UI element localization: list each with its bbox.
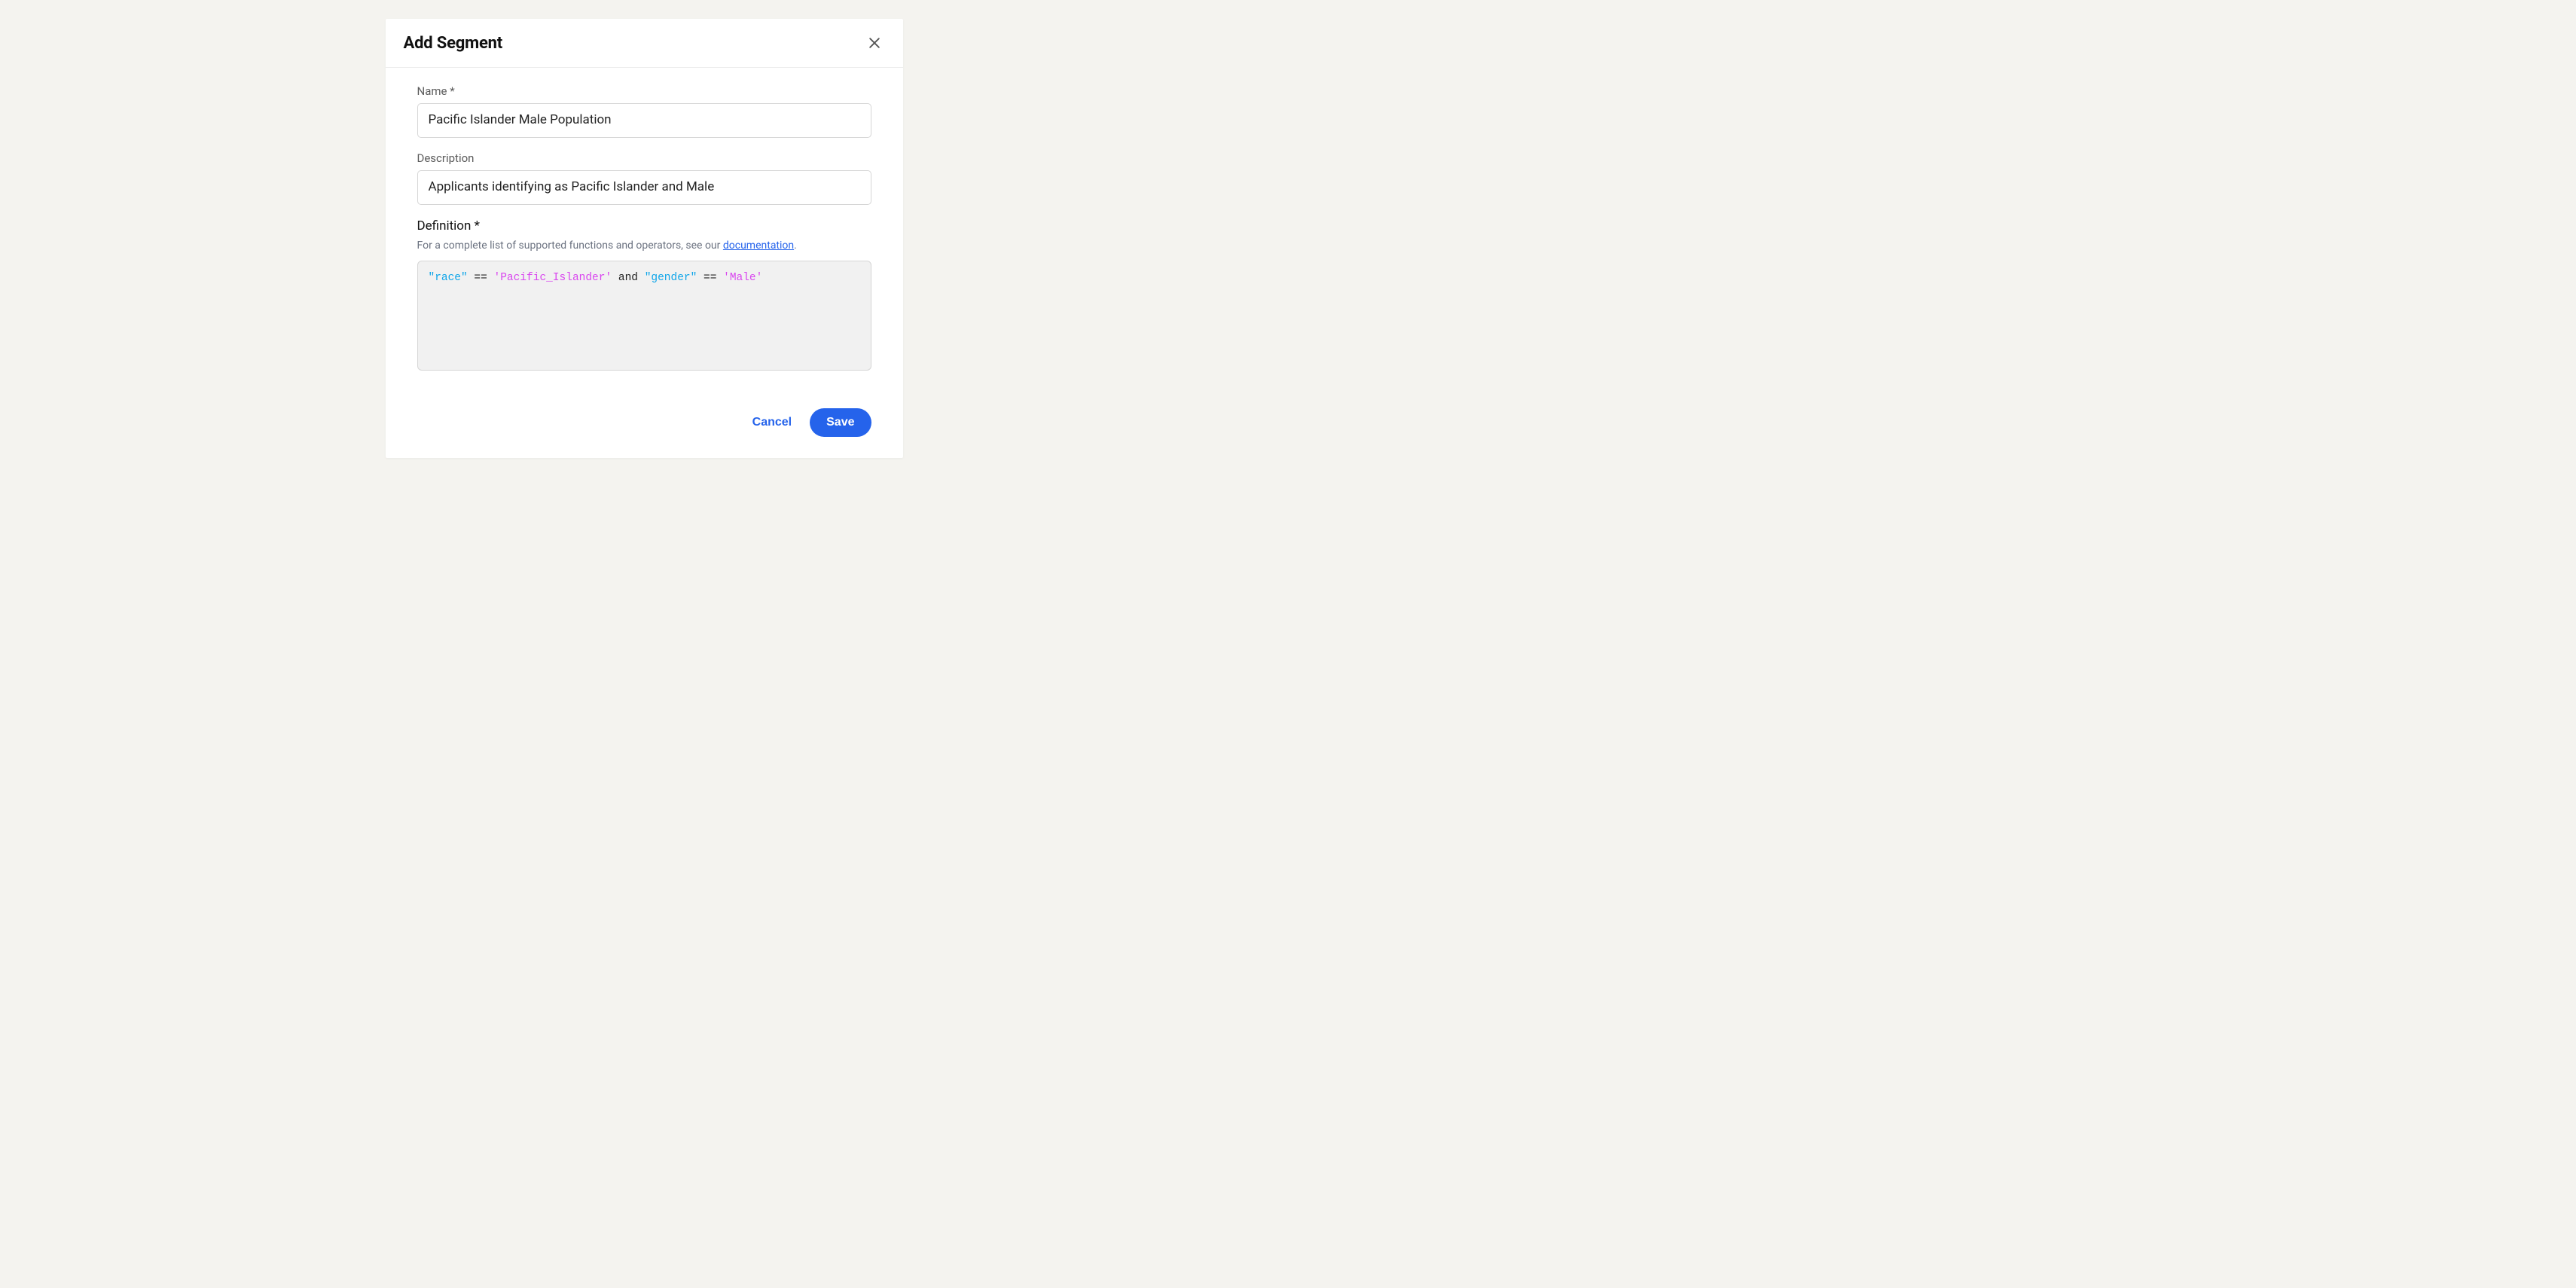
close-button[interactable]: [864, 32, 885, 53]
modal-footer: Cancel Save: [386, 392, 903, 458]
definition-label: Definition *: [417, 218, 871, 233]
code-token-field: "race": [429, 272, 468, 284]
code-token-op: ==: [468, 272, 494, 284]
modal-header: Add Segment: [386, 19, 903, 68]
documentation-link[interactable]: documentation: [723, 240, 794, 252]
code-token-keyword: and: [612, 272, 645, 284]
code-token-field: "gender": [645, 272, 697, 284]
modal-title: Add Segment: [404, 34, 503, 53]
modal-body: Name * Description Definition * For a co…: [386, 68, 903, 392]
field-definition: Definition * For a complete list of supp…: [417, 218, 871, 371]
close-icon: [867, 35, 882, 50]
save-button[interactable]: Save: [810, 408, 871, 437]
help-suffix: .: [794, 240, 797, 252]
name-label: Name *: [417, 84, 871, 98]
field-name: Name *: [417, 84, 871, 138]
code-token-string: 'Pacific_Islander': [494, 272, 612, 284]
definition-editor[interactable]: "race" == 'Pacific_Islander' and "gender…: [417, 261, 871, 371]
help-prefix: For a complete list of supported functio…: [417, 240, 723, 252]
cancel-button[interactable]: Cancel: [745, 408, 799, 437]
field-description: Description: [417, 151, 871, 205]
definition-help: For a complete list of supported functio…: [417, 240, 871, 252]
name-input[interactable]: [417, 103, 871, 138]
code-token-string: 'Male': [723, 272, 762, 284]
add-segment-modal: Add Segment Name * Description Definitio…: [386, 19, 903, 458]
description-label: Description: [417, 151, 871, 165]
description-input[interactable]: [417, 170, 871, 205]
code-token-op: ==: [697, 272, 723, 284]
